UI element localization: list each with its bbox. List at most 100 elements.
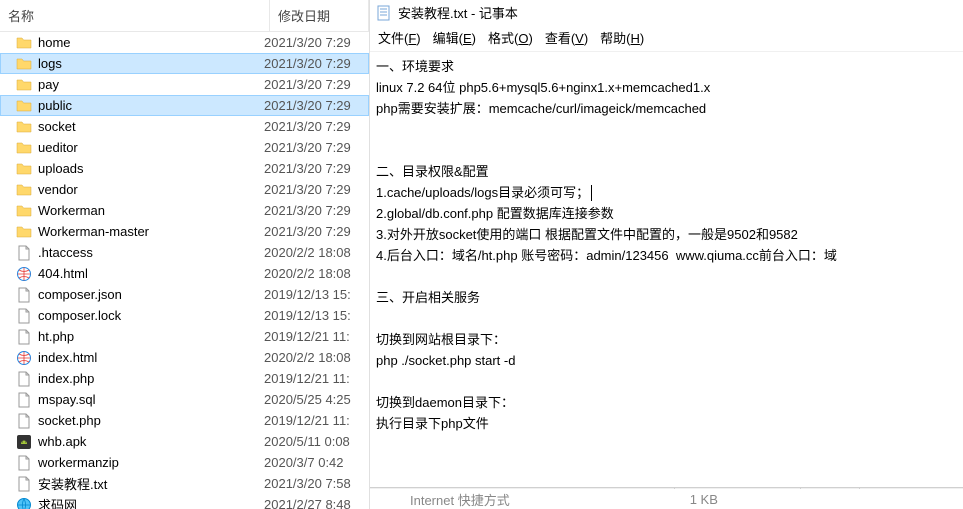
file-date: 2019/12/21 11:: [264, 371, 369, 386]
file-date: 2019/12/13 15:: [264, 308, 369, 323]
folder-icon: [16, 119, 32, 135]
notepad-icon: [376, 5, 392, 21]
file-row[interactable]: vendor2021/3/20 7:29: [0, 179, 369, 200]
status-zoom: 100%: [800, 488, 858, 509]
file-date: 2019/12/21 11:: [264, 413, 369, 428]
file-date: 2021/3/20 7:29: [264, 203, 369, 218]
menu-file[interactable]: 文件(F): [378, 28, 421, 47]
file-date: 2021/2/27 8:48: [264, 497, 369, 509]
file-icon: [16, 329, 32, 345]
file-row[interactable]: 求码网2021/2/27 8:48: [0, 494, 369, 509]
file-name: socket.php: [38, 413, 264, 428]
file-row[interactable]: Workerman2021/3/20 7:29: [0, 200, 369, 221]
file-name: .htaccess: [38, 245, 264, 260]
menu-format[interactable]: 格式(O): [488, 28, 533, 47]
file-name: uploads: [38, 161, 264, 176]
file-date: 2020/2/2 18:08: [264, 245, 369, 260]
folder-icon: [16, 56, 32, 72]
notepad-menubar: 文件(F) 编辑(E) 格式(O) 查看(V) 帮助(H): [370, 25, 963, 52]
column-header-name[interactable]: 名称: [0, 0, 270, 31]
file-name: composer.json: [38, 287, 264, 302]
file-name: 安装教程.txt: [38, 474, 264, 493]
file-date: 2019/12/21 11:: [264, 329, 369, 344]
file-row[interactable]: mspay.sql2020/5/25 4:25: [0, 389, 369, 410]
file-date: 2020/3/7 0:42: [264, 455, 369, 470]
file-name: public: [38, 98, 264, 113]
file-name: ueditor: [38, 140, 264, 155]
file-date: 2020/5/25 4:25: [264, 392, 369, 407]
file-row[interactable]: socket.php2019/12/21 11:: [0, 410, 369, 431]
file-date: 2020/2/2 18:08: [264, 266, 369, 281]
file-row[interactable]: socket2021/3/20 7:29: [0, 116, 369, 137]
file-row[interactable]: pay2021/3/20 7:29: [0, 74, 369, 95]
file-date: 2021/3/20 7:29: [264, 224, 369, 239]
file-date: 2019/12/13 15:: [264, 287, 369, 302]
file-date: 2021/3/20 7:29: [264, 182, 369, 197]
file-icon: [16, 287, 32, 303]
file-name: workermanzip: [38, 455, 264, 470]
file-date: 2021/3/20 7:29: [264, 119, 369, 134]
file-row[interactable]: whb.apk2020/5/11 0:08: [0, 431, 369, 452]
notepad-title-text: 安装教程.txt - 记事本: [398, 3, 518, 22]
notepad-window: 安装教程.txt - 记事本 文件(F) 编辑(E) 格式(O) 查看(V) 帮…: [370, 0, 963, 509]
file-icon: [16, 308, 32, 324]
file-row[interactable]: index.php2019/12/21 11:: [0, 368, 369, 389]
file-row[interactable]: logs2021/3/20 7:29: [0, 53, 369, 74]
text-caret: [591, 185, 592, 201]
file-name: vendor: [38, 182, 264, 197]
file-name: mspay.sql: [38, 392, 264, 407]
menu-view[interactable]: 查看(V): [545, 28, 588, 47]
file-row[interactable]: Workerman-master2021/3/20 7:29: [0, 221, 369, 242]
file-list[interactable]: home2021/3/20 7:29logs2021/3/20 7:29pay2…: [0, 32, 369, 509]
status-encoding: Windows (CR: [859, 488, 963, 509]
file-date: 2021/3/20 7:29: [264, 77, 369, 92]
file-row[interactable]: 安装教程.txt2021/3/20 7:58: [0, 473, 369, 494]
file-name: Workerman: [38, 203, 264, 218]
folder-icon: [16, 77, 32, 93]
file-row[interactable]: composer.lock2019/12/13 15:: [0, 305, 369, 326]
file-name: 求码网: [38, 495, 264, 509]
menu-help[interactable]: 帮助(H): [600, 28, 644, 47]
file-date: 2021/3/20 7:29: [264, 140, 369, 155]
file-row[interactable]: uploads2021/3/20 7:29: [0, 158, 369, 179]
file-date: 2021/3/20 7:29: [264, 98, 369, 113]
file-date: 2021/3/20 7:29: [264, 161, 369, 176]
file-name: composer.lock: [38, 308, 264, 323]
file-icon: [16, 392, 32, 408]
folder-icon: [16, 140, 32, 156]
web-icon: [16, 497, 32, 509]
folder-icon: [16, 98, 32, 114]
file-row[interactable]: .htaccess2020/2/2 18:08: [0, 242, 369, 263]
file-name: logs: [38, 56, 264, 71]
menu-edit[interactable]: 编辑(E): [433, 28, 476, 47]
apk-icon: [16, 434, 32, 450]
file-name: home: [38, 35, 264, 50]
file-icon: [16, 245, 32, 261]
file-list-header: 名称 修改日期: [0, 0, 369, 32]
file-row[interactable]: public2021/3/20 7:29: [0, 95, 369, 116]
file-name: ht.php: [38, 329, 264, 344]
file-name: whb.apk: [38, 434, 264, 449]
notepad-text-area[interactable]: 一、环境要求 linux 7.2 64位 php5.6+mysql5.6+ngi…: [370, 52, 963, 487]
file-icon: [16, 413, 32, 429]
file-date: 2021/3/20 7:58: [264, 476, 369, 491]
folder-icon: [16, 203, 32, 219]
file-row[interactable]: ueditor2021/3/20 7:29: [0, 137, 369, 158]
column-header-date[interactable]: 修改日期: [270, 0, 369, 31]
file-row[interactable]: index.html2020/2/2 18:08: [0, 347, 369, 368]
file-row[interactable]: 404.html2020/2/2 18:08: [0, 263, 369, 284]
notepad-titlebar: 安装教程.txt - 记事本: [370, 0, 963, 25]
file-row[interactable]: ht.php2019/12/21 11:: [0, 326, 369, 347]
folder-icon: [16, 182, 32, 198]
file-date: 2020/2/2 18:08: [264, 350, 369, 365]
file-name: Workerman-master: [38, 224, 264, 239]
file-row[interactable]: home2021/3/20 7:29: [0, 32, 369, 53]
notepad-statusbar: 第 7 行，第 28 列 100% Windows (CR: [370, 487, 963, 509]
folder-icon: [16, 35, 32, 51]
file-date: 2021/3/20 7:29: [264, 35, 369, 50]
file-icon: [16, 455, 32, 471]
file-row[interactable]: composer.json2019/12/13 15:: [0, 284, 369, 305]
file-row[interactable]: workermanzip2020/3/7 0:42: [0, 452, 369, 473]
html-icon: [16, 266, 32, 282]
file-explorer-pane: 名称 修改日期 home2021/3/20 7:29logs2021/3/20 …: [0, 0, 370, 509]
